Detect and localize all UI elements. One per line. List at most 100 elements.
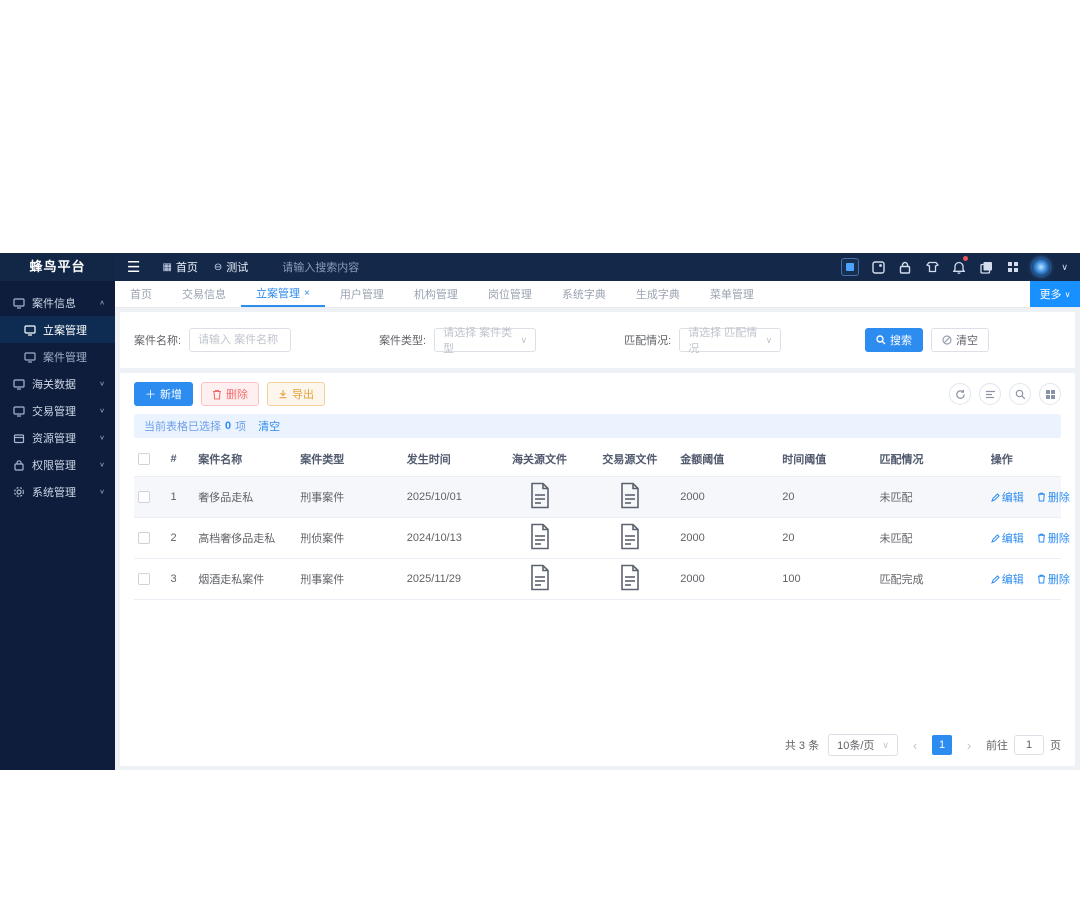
- monitor-icon: [13, 405, 25, 417]
- screenshot-icon[interactable]: [870, 259, 886, 275]
- match-status-select[interactable]: 请选择 匹配情况 ∨: [679, 327, 782, 355]
- tab-gen-dict[interactable]: 生成字典: [621, 281, 695, 307]
- col-customs-file: 海关源文件: [495, 442, 584, 477]
- customs-file-icon[interactable]: [529, 523, 551, 553]
- notification-dot: [963, 256, 969, 261]
- tagview-icon[interactable]: [841, 258, 860, 276]
- edit-link[interactable]: 编辑: [990, 489, 1024, 505]
- case-name-input[interactable]: [189, 328, 292, 352]
- page-size-select[interactable]: 10条/页 ∨: [828, 734, 898, 756]
- next-page-button[interactable]: ›: [961, 738, 977, 753]
- edit-link[interactable]: 编辑: [990, 530, 1024, 546]
- trade-file-icon[interactable]: [619, 523, 641, 553]
- sidebar-item-case-mgmt[interactable]: 案件管理: [0, 343, 115, 370]
- row-checkbox[interactable]: [138, 573, 150, 585]
- col-operations: 操作: [986, 442, 1061, 477]
- sidebar-item-label: 立案管理: [43, 324, 87, 337]
- sidebar-item-trade-mgmt[interactable]: 交易管理 ∨: [0, 397, 115, 424]
- bell-icon[interactable]: [951, 256, 969, 275]
- search-icon: [876, 335, 886, 345]
- filter-panel: 案件名称: 案件类型: 请选择 案件类型∨ 匹配情况: 请选: [120, 312, 1075, 368]
- table-header-row: # 案件名称 案件类型 发生时间 海关源文件 交易源文件 金额阈值 时间阈值 匹…: [134, 442, 1061, 477]
- lock-icon[interactable]: [897, 259, 913, 275]
- hamburger-menu-icon[interactable]: ☰: [127, 260, 140, 275]
- chevron-down-icon: ∨: [99, 433, 105, 442]
- sidebar-item-label: 海关数据: [32, 378, 76, 391]
- table-row: 1 奢侈品走私 刑事案件 2025/10/01 2000 20 未匹配 编辑 删…: [134, 476, 1070, 518]
- clear-selection-link[interactable]: 清空: [258, 418, 280, 434]
- col-date: 发生时间: [402, 442, 496, 477]
- current-page-button[interactable]: 1: [932, 735, 952, 755]
- chevron-down-icon: ∨: [99, 406, 105, 415]
- minus-circle-icon: ⊖: [213, 261, 223, 273]
- grid-view-icon[interactable]: [1039, 383, 1061, 405]
- match-status-cell: 未匹配: [875, 517, 987, 559]
- search-toggle-icon[interactable]: [1009, 383, 1031, 405]
- tab-user-mgmt[interactable]: 用户管理: [325, 281, 399, 307]
- sidebar-item-label: 案件信息: [32, 297, 76, 310]
- tab-menu-mgmt[interactable]: 菜单管理: [695, 281, 769, 307]
- column-settings-icon[interactable]: [979, 383, 1001, 405]
- sidebar-item-label: 权限管理: [32, 459, 76, 472]
- col-time-threshold: 时间阈值: [778, 442, 876, 477]
- download-icon: [279, 390, 287, 399]
- export-button[interactable]: 导出: [267, 382, 325, 406]
- sidebar-item-resource-mgmt[interactable]: 资源管理 ∨: [0, 424, 115, 451]
- row-checkbox[interactable]: [138, 491, 150, 503]
- global-search-input[interactable]: 请输入搜索内容: [282, 259, 359, 275]
- chevron-down-icon: ∨: [99, 379, 105, 388]
- refresh-icon[interactable]: [949, 383, 971, 405]
- delete-button[interactable]: 删除: [201, 382, 259, 406]
- pencil-icon: [990, 534, 1000, 543]
- tab-filing-mgmt[interactable]: 立案管理 ×: [241, 281, 325, 307]
- customs-file-icon[interactable]: [529, 482, 551, 512]
- sidebar-item-permission-mgmt[interactable]: 权限管理 ∨: [0, 451, 115, 478]
- delete-link[interactable]: 删除: [1037, 530, 1070, 546]
- customs-file-icon[interactable]: [529, 564, 551, 594]
- theme-icon[interactable]: [924, 259, 940, 275]
- col-case-name: 案件名称: [194, 442, 297, 477]
- tab-post-mgmt[interactable]: 岗位管理: [473, 281, 547, 307]
- gear-icon: [13, 486, 25, 498]
- box-icon: [13, 432, 25, 444]
- trash-icon: [1037, 533, 1045, 543]
- clear-button[interactable]: 清空: [931, 328, 989, 352]
- select-all-checkbox[interactable]: [138, 453, 150, 465]
- sidebar-item-customs-data[interactable]: 海关数据 ∨: [0, 370, 115, 397]
- edit-link[interactable]: 编辑: [990, 571, 1024, 587]
- tab-trade-info[interactable]: 交易信息: [167, 281, 241, 307]
- sidebar-item-filing-mgmt[interactable]: 立案管理: [0, 316, 115, 343]
- trade-file-icon[interactable]: [619, 564, 641, 594]
- fullscreen-icon[interactable]: [1005, 259, 1021, 275]
- chevron-down-icon: ∨: [99, 460, 105, 469]
- total-count: 共 3 条: [784, 740, 820, 752]
- sidebar-item-case-info[interactable]: 案件信息 ∧: [0, 289, 115, 316]
- goto-page-input[interactable]: [1014, 735, 1044, 755]
- trash-icon: [213, 389, 221, 400]
- layers-icon[interactable]: [978, 259, 994, 275]
- more-tabs-button[interactable]: 更多 ∨: [1030, 281, 1080, 307]
- trade-file-icon[interactable]: [619, 482, 641, 512]
- sidebar-item-label: 系统管理: [32, 486, 76, 499]
- nav-test[interactable]: ⊖ 测试: [214, 259, 248, 275]
- sidebar-item-system-mgmt[interactable]: 系统管理 ∨: [0, 478, 115, 505]
- top-header: 蜂鸟平台 ☰ ▦ 首页 ⊖ 测试 请输入搜索内容 ∨: [0, 253, 1080, 281]
- chevron-down-icon: ∨: [1064, 289, 1071, 299]
- row-checkbox[interactable]: [138, 532, 150, 544]
- delete-link[interactable]: 删除: [1037, 489, 1070, 505]
- close-icon[interactable]: ×: [304, 288, 310, 299]
- tab-org-mgmt[interactable]: 机构管理: [399, 281, 473, 307]
- page-unit-label: 页: [1050, 740, 1061, 752]
- nav-home[interactable]: ▦ 首页: [162, 259, 197, 275]
- prev-page-button[interactable]: ‹: [907, 738, 923, 753]
- chevron-down-icon[interactable]: ∨: [1061, 262, 1068, 273]
- search-button[interactable]: 搜索: [865, 328, 923, 352]
- monitor-icon: [13, 378, 25, 390]
- tab-system-dict[interactable]: 系统字典: [547, 281, 621, 307]
- match-status-cell: 未匹配: [875, 476, 987, 518]
- delete-link[interactable]: 删除: [1037, 571, 1070, 587]
- case-type-select[interactable]: 请选择 案件类型 ∨: [434, 327, 537, 355]
- user-avatar[interactable]: [1032, 258, 1051, 276]
- add-button[interactable]: ＋新增: [134, 382, 193, 406]
- tab-home[interactable]: 首页: [115, 281, 167, 307]
